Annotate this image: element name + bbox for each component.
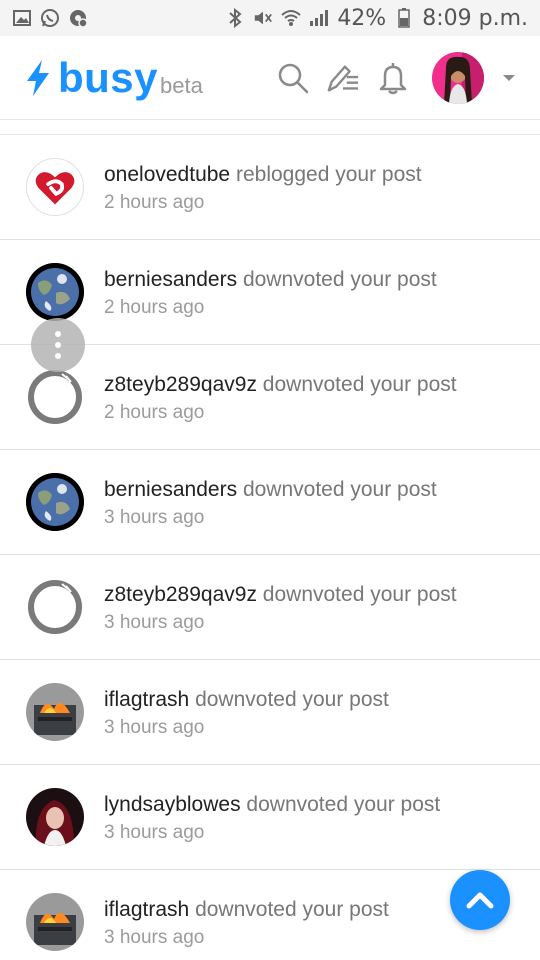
notification-item[interactable]: iflagtrash downvoted your post 3 hours a… (0, 660, 540, 765)
username-link[interactable]: onelovedtube (104, 163, 230, 186)
battery-percent: 42% (337, 5, 387, 31)
wifi-icon (281, 8, 301, 28)
mute-icon (253, 8, 273, 28)
floating-more-button[interactable] (31, 318, 85, 372)
timestamp: 2 hours ago (104, 297, 205, 318)
bluetooth-icon (225, 8, 245, 28)
username-link[interactable]: z8teyb289qav9z (104, 583, 257, 606)
username-link[interactable]: iflagtrash (104, 898, 189, 921)
notification-list: onelovedtube reblogged your post 2 hours… (0, 134, 540, 960)
busy-logo[interactable]: busy beta (24, 53, 203, 101)
notification-text: z8teyb289qav9z downvoted your post 2 hou… (104, 370, 457, 424)
signal-icon (309, 8, 329, 28)
notification-action: downvoted your post (246, 793, 441, 816)
settings-notification-icon (68, 8, 88, 28)
chevron-down-icon[interactable] (502, 73, 516, 83)
notification-action: downvoted your post (195, 898, 389, 921)
username-link[interactable]: iflagtrash (104, 688, 189, 711)
status-left (12, 8, 88, 28)
notification-text: lyndsayblowes downvoted your post 3 hour… (104, 790, 440, 844)
notification-action: reblogged your post (235, 163, 422, 186)
avatar[interactable] (26, 893, 84, 951)
avatar[interactable] (26, 158, 84, 216)
username-link[interactable]: berniesanders (104, 478, 237, 501)
gallery-icon (12, 8, 32, 28)
notification-item[interactable]: onelovedtube reblogged your post 2 hours… (0, 135, 540, 240)
more-dot-icon (55, 331, 61, 337)
notification-action: downvoted your post (195, 688, 389, 711)
notification-text: iflagtrash downvoted your post 3 hours a… (104, 895, 389, 949)
notifications-bell-icon[interactable] (376, 61, 410, 95)
bolt-icon (27, 59, 49, 96)
more-dot-icon (55, 342, 61, 348)
avatar[interactable] (26, 473, 84, 531)
app-header: busy beta (0, 36, 540, 120)
header-actions (276, 51, 516, 104)
user-avatar[interactable] (432, 51, 484, 104)
chevron-up-icon (466, 892, 494, 909)
avatar[interactable] (26, 578, 84, 636)
notification-item[interactable]: z8teyb289qav9z downvoted your post 3 hou… (0, 555, 540, 660)
status-bar: 42% 8:09 p.m. (0, 0, 540, 36)
avatar[interactable] (26, 788, 84, 846)
status-right: 42% 8:09 p.m. (225, 6, 528, 31)
notification-item[interactable]: lyndsayblowes downvoted your post 3 hour… (0, 765, 540, 870)
notification-text: berniesanders downvoted your post 3 hour… (104, 475, 437, 529)
timestamp: 3 hours ago (104, 612, 205, 633)
notification-text: onelovedtube reblogged your post 2 hours… (104, 160, 422, 214)
username-link[interactable]: z8teyb289qav9z (104, 373, 257, 396)
notification-text: iflagtrash downvoted your post 3 hours a… (104, 685, 389, 739)
timestamp: 3 hours ago (104, 822, 205, 843)
notification-item[interactable]: berniesanders downvoted your post 3 hour… (0, 450, 540, 555)
timestamp: 3 hours ago (104, 507, 205, 528)
clock: 8:09 p.m. (422, 5, 528, 31)
notification-action: downvoted your post (262, 583, 457, 606)
notification-action: downvoted your post (242, 268, 437, 291)
write-post-icon[interactable] (326, 61, 360, 95)
notification-action: downvoted your post (242, 478, 437, 501)
whatsapp-icon (40, 8, 60, 28)
logo-beta: beta (160, 72, 203, 98)
timestamp: 3 hours ago (104, 717, 205, 738)
scroll-to-top-button[interactable] (450, 870, 510, 930)
notification-item[interactable]: berniesanders downvoted your post 2 hour… (0, 240, 540, 345)
timestamp: 2 hours ago (104, 192, 205, 213)
battery-icon (394, 8, 414, 28)
notification-text: berniesanders downvoted your post 2 hour… (104, 265, 437, 319)
notification-item[interactable]: z8teyb289qav9z downvoted your post 2 hou… (0, 345, 540, 450)
notification-text: z8teyb289qav9z downvoted your post 3 hou… (104, 580, 457, 634)
username-link[interactable]: lyndsayblowes (104, 793, 241, 816)
notification-action: downvoted your post (262, 373, 457, 396)
more-dot-icon (55, 353, 61, 359)
timestamp: 2 hours ago (104, 402, 205, 423)
timestamp: 3 hours ago (104, 927, 205, 948)
search-icon[interactable] (276, 61, 310, 95)
avatar[interactable] (26, 368, 84, 426)
username-link[interactable]: berniesanders (104, 268, 237, 291)
logo-name: busy (58, 53, 159, 101)
avatar[interactable] (26, 683, 84, 741)
avatar[interactable] (26, 263, 84, 321)
